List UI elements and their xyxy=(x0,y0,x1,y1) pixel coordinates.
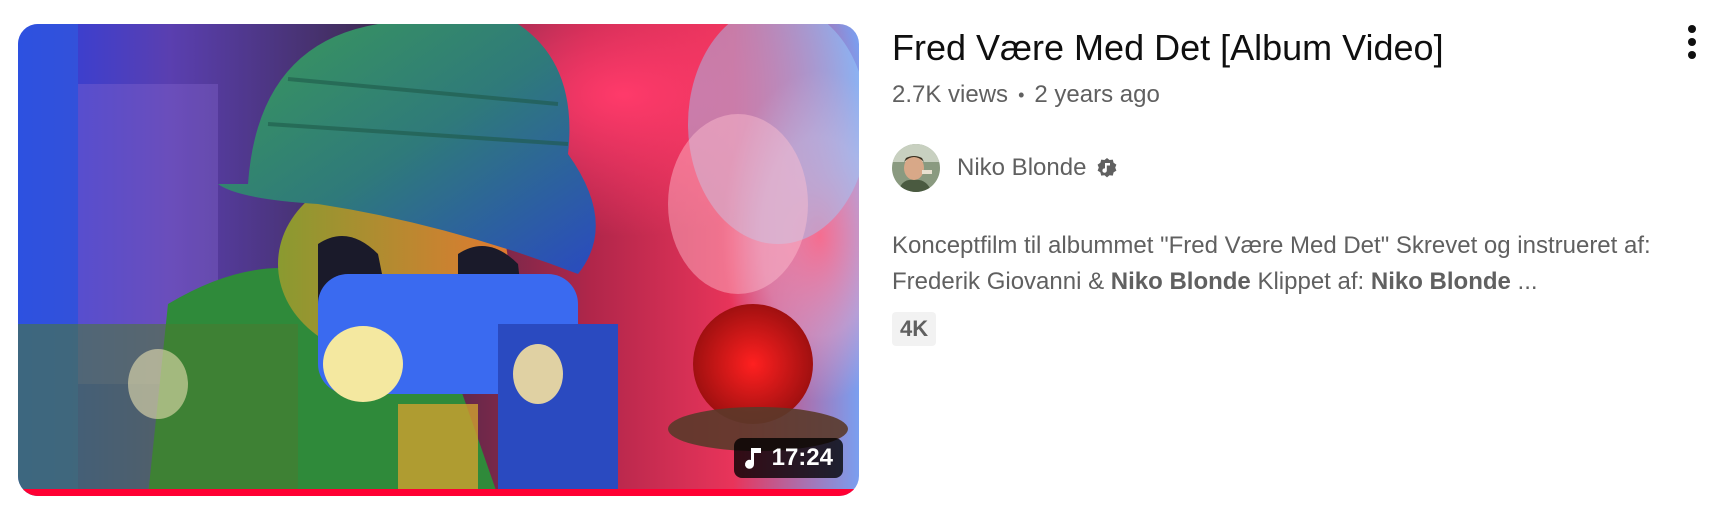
channel-name[interactable]: Niko Blonde xyxy=(957,154,1086,182)
video-meta: Fred Være Med Det [Album Video] 2.7K vie… xyxy=(892,22,1692,346)
desc-bold2: Niko Blonde xyxy=(1370,268,1511,295)
desc-part3: Klippet af: xyxy=(1250,268,1371,295)
more-vertical-icon xyxy=(1686,24,1698,65)
stats-separator: • xyxy=(1018,85,1025,105)
desc-bold1: Niko Blonde xyxy=(1110,268,1251,295)
channel-link[interactable]: Niko Blonde xyxy=(892,144,1692,192)
action-menu-button[interactable] xyxy=(1668,20,1716,68)
music-note-icon xyxy=(744,446,764,470)
video-result: 17:24 Fred Være Med Det [Album Video] 2.… xyxy=(0,0,1736,518)
video-stats: 2.7K views • 2 years ago xyxy=(892,78,1692,112)
quality-badge: 4K xyxy=(892,312,937,346)
video-thumbnail[interactable]: 17:24 xyxy=(18,24,859,496)
watched-progress-bar xyxy=(18,489,859,496)
desc-part2: Frederik Giovanni & xyxy=(892,268,1111,295)
video-description: Konceptfilm til albummet "Fred Være Med … xyxy=(892,228,1672,300)
channel-avatar[interactable] xyxy=(892,144,940,192)
upload-age: 2 years ago xyxy=(1034,81,1160,108)
desc-part1: Konceptfilm til albummet "Fred Være Med … xyxy=(892,232,1651,259)
video-title[interactable]: Fred Være Med Det [Album Video] xyxy=(892,22,1692,74)
music-note-verified-icon xyxy=(1096,157,1118,179)
thumbnail-image xyxy=(18,24,859,496)
duration-badge: 17:24 xyxy=(733,438,843,478)
view-count: 2.7K views xyxy=(892,81,1009,108)
duration-text: 17:24 xyxy=(771,444,833,471)
desc-ellipsis: ... xyxy=(1510,268,1538,295)
